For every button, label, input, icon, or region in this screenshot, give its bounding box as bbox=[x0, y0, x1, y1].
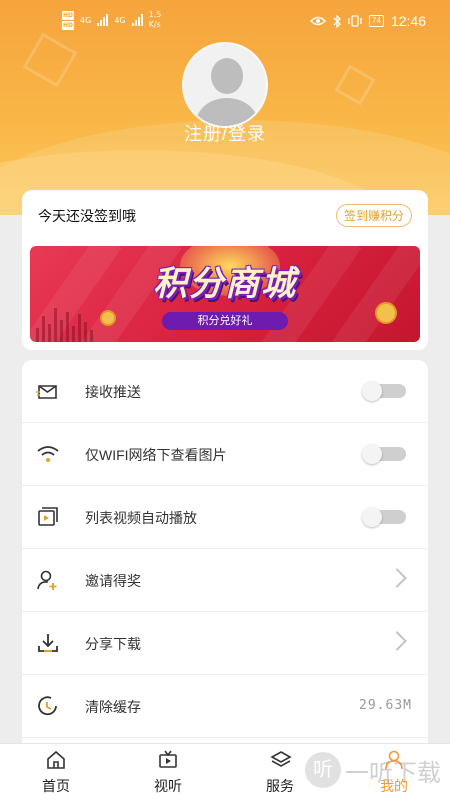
battery-icon: 74 bbox=[369, 15, 384, 27]
envelope-icon bbox=[36, 385, 57, 399]
setting-row-share-download[interactable]: 分享下载 bbox=[22, 612, 428, 675]
setting-row-receive-push[interactable]: 接收推送 bbox=[22, 360, 428, 423]
signal-icon bbox=[131, 14, 143, 26]
wifi-images-toggle[interactable] bbox=[362, 444, 406, 464]
clear-cache-icon bbox=[38, 696, 57, 716]
coin-icon bbox=[375, 302, 397, 324]
nav-item-home[interactable]: 首页 bbox=[16, 744, 96, 800]
download-icon bbox=[38, 634, 58, 652]
profile-header: HD HD 4G 4G 1.5 K/s 74 12:46 注册/登录 bbox=[0, 0, 450, 215]
home-icon bbox=[47, 750, 65, 769]
invite-user-icon bbox=[37, 570, 57, 590]
setting-label: 清除缓存 bbox=[85, 699, 141, 715]
hd-badge: HD bbox=[62, 20, 75, 30]
network-type: 4G bbox=[114, 15, 126, 25]
signal-icon bbox=[97, 14, 109, 26]
avatar-head bbox=[211, 58, 243, 94]
vibrate-icon bbox=[348, 15, 362, 27]
layers-icon bbox=[270, 751, 292, 767]
checkin-status-text: 今天还没签到哦 bbox=[38, 208, 136, 224]
header-decoration bbox=[22, 32, 78, 88]
setting-row-clear-cache[interactable]: 清除缓存 29.63M bbox=[22, 675, 428, 738]
checkin-card: 今天还没签到哦 签到赚积分 积分商城 积分兑好礼 bbox=[22, 190, 428, 350]
eye-icon bbox=[310, 16, 327, 26]
coin-icon bbox=[100, 310, 116, 326]
video-icon bbox=[38, 507, 58, 526]
points-mall-banner[interactable]: 积分商城 积分兑好礼 bbox=[30, 246, 420, 342]
setting-label: 接收推送 bbox=[85, 384, 141, 400]
chevron-right-icon bbox=[387, 631, 407, 651]
setting-label: 分享下载 bbox=[85, 636, 141, 652]
banner-title: 积分商城 bbox=[153, 265, 297, 303]
banner-subtitle: 积分兑好礼 bbox=[162, 312, 288, 330]
push-toggle[interactable] bbox=[362, 381, 406, 401]
checkin-button[interactable]: 签到赚积分 bbox=[335, 204, 412, 227]
wifi-icon bbox=[37, 446, 59, 462]
cache-size-value: 29.63M bbox=[359, 698, 412, 713]
bluetooth-icon bbox=[333, 14, 341, 28]
network-speed-value: 1.5 bbox=[148, 10, 162, 19]
setting-label: 仅WIFI网络下查看图片 bbox=[85, 447, 227, 463]
hd-indicator: HD HD bbox=[62, 10, 75, 30]
login-register-link[interactable]: 注册/登录 bbox=[0, 120, 450, 146]
watermark-text: 一听下载 bbox=[345, 759, 441, 787]
banner-decoration-bars bbox=[36, 302, 93, 342]
network-type: 4G bbox=[80, 15, 92, 25]
chevron-right-icon bbox=[387, 568, 407, 588]
status-bar: HD HD 4G 4G 1.5 K/s 74 12:46 bbox=[0, 0, 450, 40]
watermark-logo: 听 bbox=[305, 752, 341, 788]
nav-label: 首页 bbox=[42, 778, 70, 794]
status-time: 12:46 bbox=[390, 13, 426, 29]
network-speed-unit: K/s bbox=[148, 20, 161, 29]
setting-label: 列表视频自动播放 bbox=[85, 510, 197, 526]
tv-icon bbox=[159, 750, 177, 768]
avatar[interactable] bbox=[182, 42, 268, 128]
setting-label: 邀请得奖 bbox=[85, 573, 141, 589]
autoplay-toggle[interactable] bbox=[362, 507, 406, 527]
setting-row-autoplay-video[interactable]: 列表视频自动播放 bbox=[22, 486, 428, 549]
nav-label: 视听 bbox=[154, 778, 182, 794]
hd-badge: HD bbox=[62, 10, 75, 20]
setting-row-invite[interactable]: 邀请得奖 bbox=[22, 549, 428, 612]
nav-item-media[interactable]: 视听 bbox=[128, 744, 208, 800]
watermark: 听 一听下载 bbox=[305, 752, 441, 788]
settings-list: 接收推送 仅WIFI网络下查看图片 列表视频自动播放 邀请得奖 分享下载 清除缓… bbox=[22, 360, 428, 750]
header-decoration bbox=[334, 64, 376, 106]
setting-row-wifi-images[interactable]: 仅WIFI网络下查看图片 bbox=[22, 423, 428, 486]
